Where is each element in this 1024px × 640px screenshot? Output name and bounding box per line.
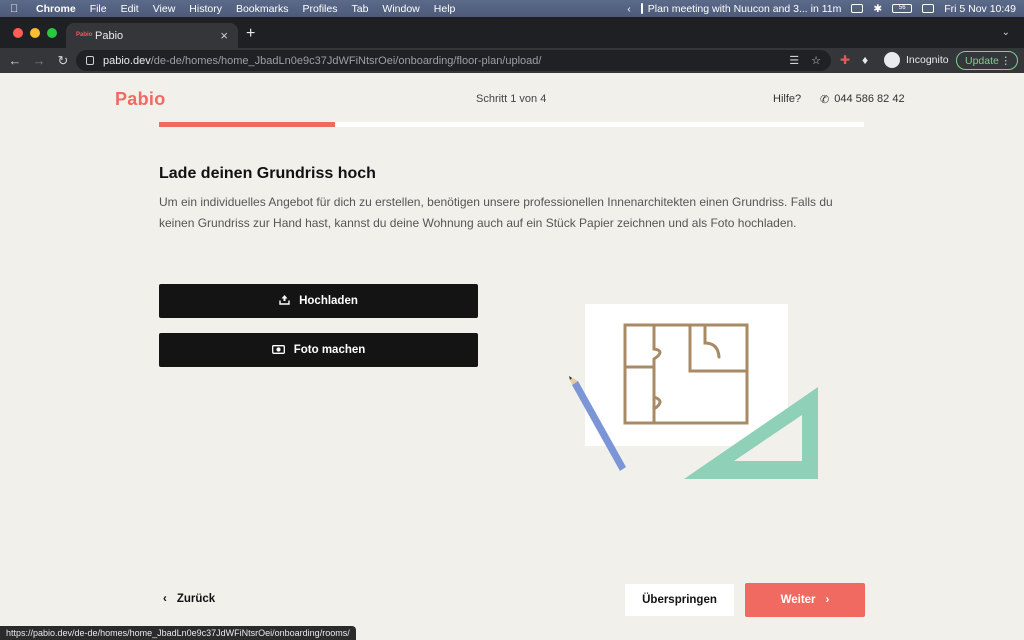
more-menu-icon[interactable]: ⋮ [1001,55,1012,67]
new-tab-icon[interactable]: + [246,25,255,43]
menu-tab[interactable]: Tab [351,3,368,15]
upload-button-label: Hochladen [299,295,358,307]
menu-help[interactable]: Help [434,3,456,15]
upload-icon [279,294,290,308]
skip-button[interactable]: Überspringen [625,584,734,616]
upload-button[interactable]: Hochladen [159,284,478,318]
link-status-bar: https://pabio.dev/de-de/homes/home_JbadL… [0,626,356,640]
back-button[interactable]: ‹ Zurück [163,593,215,605]
bookmark-star-icon[interactable]: ☆ [811,54,821,67]
tab-strip: Pabio Pabio × + ⌄ [0,17,1024,48]
progress-bar [159,122,864,127]
phone-link[interactable]: ✆ 044 586 82 42 [820,93,905,106]
tab-title: Pabio [95,29,124,42]
take-photo-button[interactable]: Foto machen [159,333,478,367]
page-content: Pabio Schritt 1 von 4 Hilfe? ✆ 044 586 8… [0,73,1024,640]
help-link[interactable]: Hilfe? [773,93,801,105]
menu-bookmarks[interactable]: Bookmarks [236,3,289,15]
incognito-label: Incognito [906,54,949,66]
chevron-left-icon[interactable]: ‹ [627,3,631,15]
menu-edit[interactable]: Edit [121,3,139,15]
menu-view[interactable]: View [153,3,176,15]
address-bar[interactable]: pabio.dev/de-de/homes/home_JbadLn0e9c37J… [76,50,831,71]
window-controls [13,28,57,38]
creative-cloud-icon[interactable] [851,4,864,13]
progress-fill [159,122,336,127]
update-button[interactable]: Update ⋮ [956,51,1018,70]
menu-history[interactable]: History [189,3,222,15]
incognito-profile[interactable]: Incognito [884,52,949,68]
browser-toolbar: ← → ↻ pabio.dev/de-de/homes/home_JbadLn0… [0,48,1024,73]
menubar-clock[interactable]: Fri 5 Nov 10:49 [944,3,1016,15]
camera-icon [271,344,285,357]
bluetooth-icon[interactable]: ✱ [873,3,882,15]
phone-number: 044 586 82 42 [834,93,905,105]
close-tab-icon[interactable]: × [220,28,228,43]
zoom-window-button[interactable] [47,28,57,38]
incognito-icon [884,52,900,68]
translate-icon[interactable]: ☰ [789,54,799,67]
chevron-left-icon: ‹ [163,593,167,605]
extension-icon[interactable]: ✚ [840,53,850,67]
menu-app-name[interactable]: Chrome [36,3,76,15]
page-description: Um ein individuelles Angebot für dich zu… [159,195,833,230]
back-arrow-icon[interactable]: ← [3,53,27,68]
close-window-button[interactable] [13,28,23,38]
battery-icon[interactable]: 56 [892,4,913,13]
minimize-window-button[interactable] [30,28,40,38]
take-photo-button-label: Foto machen [293,344,366,356]
page-title: Lade deinen Grundriss hoch [159,165,376,182]
extensions-puzzle-icon[interactable]: ♦ [862,53,868,67]
apple-icon[interactable]:  [10,3,22,15]
skip-button-label: Überspringen [642,594,717,606]
back-button-label: Zurück [176,593,216,605]
url-path: /de-de/homes/home_JbadLn0e9c37JdWFiNtsrO… [150,54,542,67]
chevron-right-icon: › [825,594,830,606]
menu-file[interactable]: File [90,3,107,15]
control-center-icon[interactable] [922,4,935,13]
tab-search-icon[interactable]: ⌄ [1002,27,1010,38]
menu-profiles[interactable]: Profiles [302,3,337,15]
browser-tab[interactable]: Pabio Pabio × [66,23,238,48]
url-text[interactable]: pabio.dev/de-de/homes/home_JbadLn0e9c37J… [103,55,541,67]
next-button[interactable]: Weiter › [745,583,865,617]
step-indicator: Schritt 1 von 4 [476,93,547,105]
macos-menu-bar:  Chrome File Edit View History Bookmark… [0,0,1024,17]
calendar-reminder-text: Plan meeting with Nuucon and 3... in 11m [647,2,842,15]
phone-icon: ✆ [820,94,830,106]
url-host: pabio.dev [103,54,151,67]
next-button-label: Weiter [780,594,816,606]
menu-window[interactable]: Window [382,3,419,15]
calendar-reminder[interactable]: Plan meeting with Nuucon and 3... in 11m [640,2,842,15]
lock-icon[interactable] [86,56,94,65]
forward-arrow-icon[interactable]: → [27,53,51,68]
reload-icon[interactable]: ↻ [51,53,75,69]
update-label: Update [965,54,999,67]
calendar-color-bar [640,3,643,14]
floor-plan-illustration [569,304,818,479]
favicon-icon: Pabio [76,31,93,38]
pabio-logo[interactable]: Pabio [115,89,166,110]
